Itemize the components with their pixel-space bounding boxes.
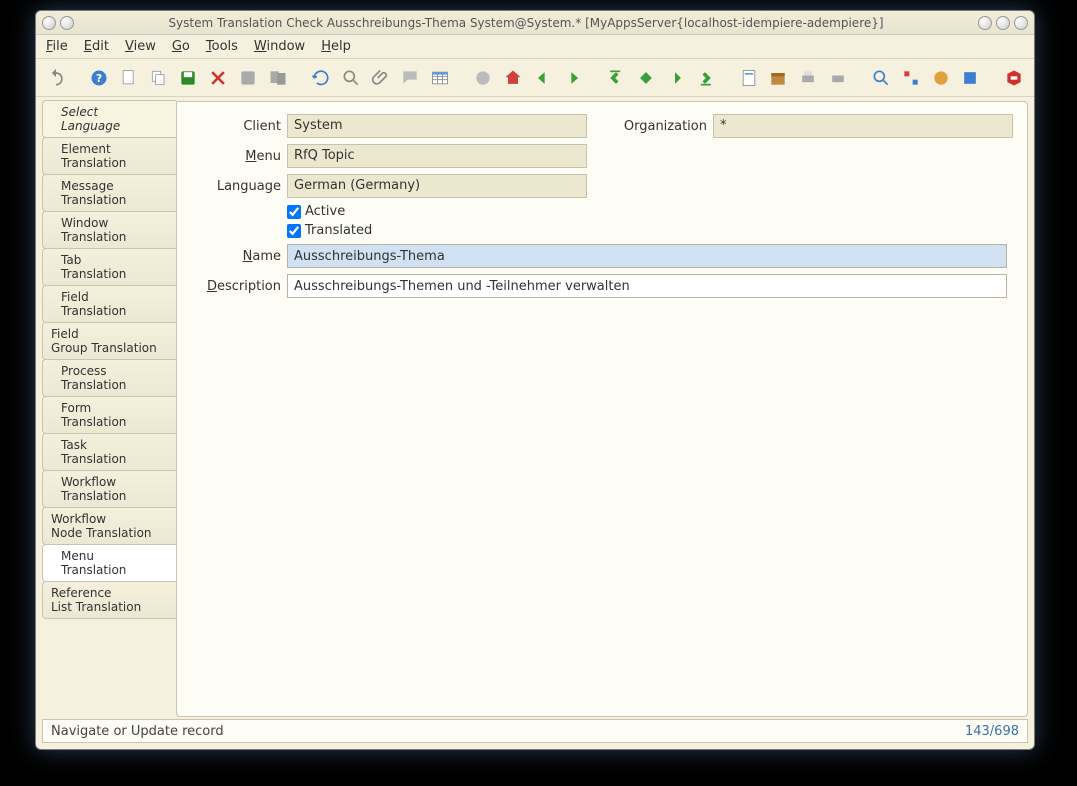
record-counter: 143/698	[965, 724, 1019, 739]
application-window: System Translation Check Ausschreibungs-…	[35, 10, 1035, 750]
menu-help[interactable]: Help	[321, 39, 351, 54]
back-icon[interactable]	[531, 66, 555, 90]
language-field: German (Germany)	[287, 174, 587, 198]
maximize-button[interactable]	[996, 16, 1010, 30]
minimize-button[interactable]	[978, 16, 992, 30]
history-icon[interactable]	[472, 66, 496, 90]
sidebar-item-menu-translation[interactable]: MenuTranslation	[42, 544, 176, 582]
refresh-icon[interactable]	[309, 66, 333, 90]
sidebar-item-element-translation[interactable]: ElementTranslation	[42, 137, 176, 175]
sidebar-item-reference-list-translation[interactable]: ReferenceList Translation	[42, 581, 176, 619]
delete-sel-icon[interactable]	[266, 66, 290, 90]
toolbar: ?	[36, 59, 1034, 97]
menu-label: Menu	[191, 149, 281, 164]
sidebar-item-form-translation[interactable]: FormTranslation	[42, 396, 176, 434]
attach-icon[interactable]	[369, 66, 393, 90]
active-checkbox[interactable]	[287, 205, 301, 219]
forward-icon[interactable]	[561, 66, 585, 90]
save-icon[interactable]	[177, 66, 201, 90]
client-field: System	[287, 114, 587, 138]
description-field[interactable]	[287, 274, 1007, 298]
prev-icon[interactable]	[634, 66, 658, 90]
chat-icon[interactable]	[398, 66, 422, 90]
find-icon[interactable]	[339, 66, 363, 90]
form-panel: Client System Organization * Menu RfQ To…	[176, 101, 1028, 717]
translated-checkbox-row: Translated	[287, 223, 1013, 238]
workflow-icon[interactable]	[899, 66, 923, 90]
close-icon[interactable]	[1002, 66, 1026, 90]
menubar: File Edit View Go Tools Window Help	[36, 35, 1034, 59]
sidebar-item-message-translation[interactable]: MessageTranslation	[42, 174, 176, 212]
grid-toggle-icon[interactable]	[428, 66, 452, 90]
active-checkbox-row: Active	[287, 204, 1013, 219]
menu-go[interactable]: Go	[172, 39, 190, 54]
sidebar-item-window-translation[interactable]: WindowTranslation	[42, 211, 176, 249]
sidebar-item-tab-translation[interactable]: TabTranslation	[42, 248, 176, 286]
delete-icon[interactable]	[236, 66, 260, 90]
sidebar-item-select-language[interactable]: SelectLanguage	[42, 100, 176, 138]
archive-icon[interactable]	[767, 66, 791, 90]
menu-file[interactable]: File	[46, 39, 68, 54]
name-field[interactable]	[287, 244, 1007, 268]
help-icon[interactable]: ?	[88, 66, 112, 90]
menu-view[interactable]: View	[125, 39, 156, 54]
menu-edit[interactable]: Edit	[84, 39, 109, 54]
menu-tools[interactable]: Tools	[206, 39, 238, 54]
zoom-across-icon[interactable]	[870, 66, 894, 90]
titlebar: System Translation Check Ausschreibungs-…	[36, 11, 1034, 35]
report-icon[interactable]	[737, 66, 761, 90]
copy-icon[interactable]	[147, 66, 171, 90]
name-label: Name	[191, 249, 281, 264]
request-icon[interactable]	[929, 66, 953, 90]
print-preview-icon[interactable]	[826, 66, 850, 90]
ignore-icon[interactable]	[206, 66, 230, 90]
organization-field: *	[713, 114, 1013, 138]
close-window-button[interactable]	[1014, 16, 1028, 30]
sidebar-item-field-group-translation[interactable]: FieldGroup Translation	[42, 322, 176, 360]
sidebar-item-workflow-node-translation[interactable]: WorkflowNode Translation	[42, 507, 176, 545]
print-icon[interactable]	[796, 66, 820, 90]
menu-field: RfQ Topic	[287, 144, 587, 168]
sidebar-item-task-translation[interactable]: TaskTranslation	[42, 433, 176, 471]
sidebar-item-process-translation[interactable]: ProcessTranslation	[42, 359, 176, 397]
sidebar-item-field-translation[interactable]: FieldTranslation	[42, 285, 176, 323]
svg-text:?: ?	[96, 72, 102, 85]
product-icon[interactable]	[959, 66, 983, 90]
home-icon[interactable]	[501, 66, 525, 90]
first-icon[interactable]	[604, 66, 628, 90]
translated-label: Translated	[305, 223, 372, 238]
translated-checkbox[interactable]	[287, 224, 301, 238]
undo-icon[interactable]	[44, 66, 68, 90]
sidebar-item-workflow-translation[interactable]: WorkflowTranslation	[42, 470, 176, 508]
new-icon[interactable]	[117, 66, 141, 90]
language-label: Language	[191, 179, 281, 194]
status-message: Navigate or Update record	[51, 724, 224, 739]
sidebar: SelectLanguageElementTranslationMessageT…	[42, 101, 176, 717]
window-sticky-button[interactable]	[60, 16, 74, 30]
menu-window[interactable]: Window	[254, 39, 305, 54]
next-icon[interactable]	[664, 66, 688, 90]
organization-label: Organization	[617, 119, 707, 134]
client-label: Client	[191, 119, 281, 134]
description-label: Description	[191, 279, 281, 294]
window-title: System Translation Check Ausschreibungs-…	[74, 16, 978, 30]
statusbar: Navigate or Update record 143/698	[42, 719, 1028, 743]
window-menu-button[interactable]	[42, 16, 56, 30]
last-icon[interactable]	[693, 66, 717, 90]
active-label: Active	[305, 204, 345, 219]
